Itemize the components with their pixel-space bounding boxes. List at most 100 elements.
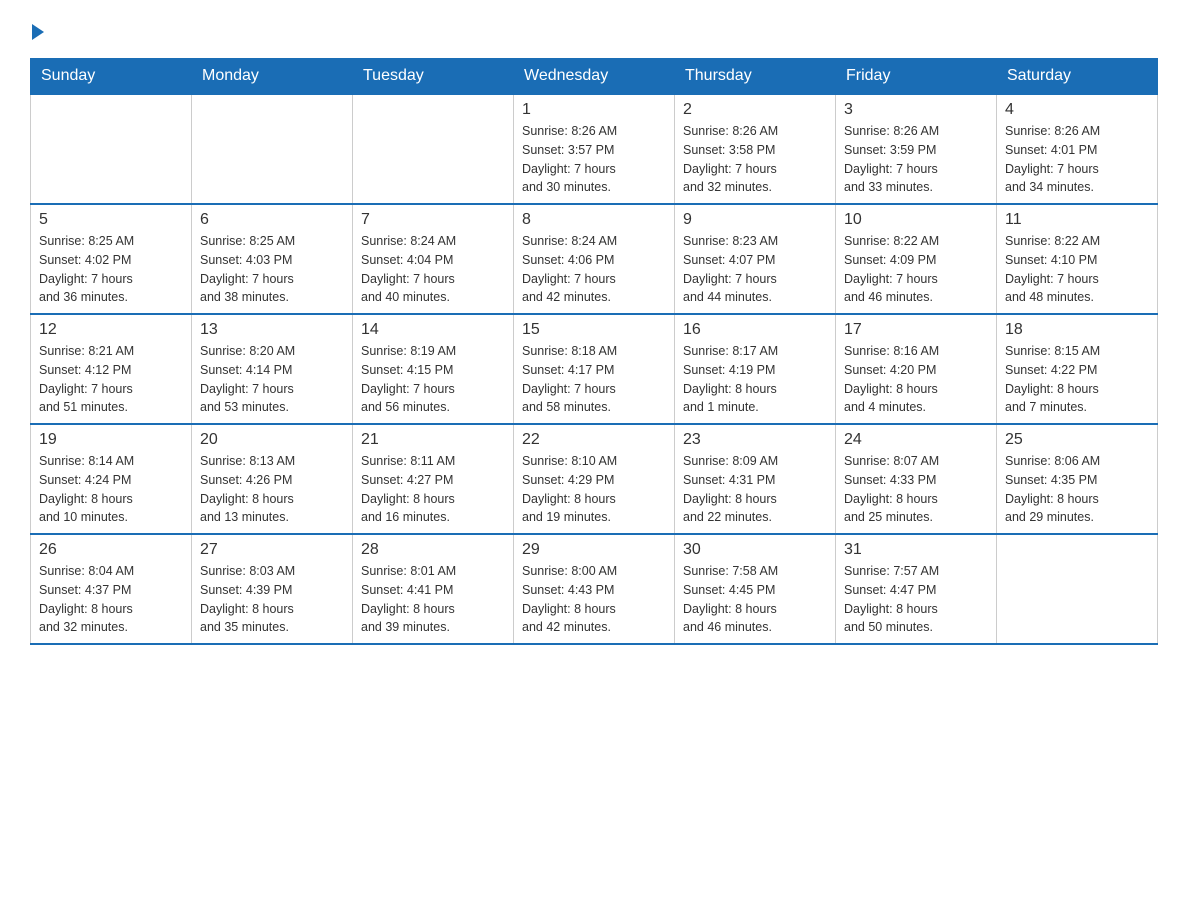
day-info: Sunrise: 8:23 AM Sunset: 4:07 PM Dayligh… [683, 232, 827, 307]
calendar-cell: 17 Sunrise: 8:16 AM Sunset: 4:20 PM Dayli… [836, 314, 997, 424]
day-info: Sunrise: 8:26 AM Sunset: 3:59 PM Dayligh… [844, 122, 988, 197]
week-row-1: 1 Sunrise: 8:26 AM Sunset: 3:57 PM Daylig… [31, 94, 1158, 204]
weekday-header-thursday: Thursday [675, 59, 836, 95]
day-number: 7 [361, 211, 505, 229]
day-number: 24 [844, 431, 988, 449]
day-info: Sunrise: 8:21 AM Sunset: 4:12 PM Dayligh… [39, 342, 183, 417]
calendar-cell: 29 Sunrise: 8:00 AM Sunset: 4:43 PM Dayli… [514, 534, 675, 644]
day-info: Sunrise: 7:57 AM Sunset: 4:47 PM Dayligh… [844, 562, 988, 637]
calendar-cell: 5Sunrise: 8:25 AM Sunset: 4:02 PM Daylig… [31, 204, 192, 314]
logo-triangle-icon [32, 24, 44, 40]
calendar-table: SundayMondayTuesdayWednesdayThursdayFrid… [30, 58, 1158, 645]
calendar-cell: 19Sunrise: 8:14 AM Sunset: 4:24 PM Dayli… [31, 424, 192, 534]
day-number: 18 [1005, 321, 1149, 339]
day-number: 25 [1005, 431, 1149, 449]
day-info: Sunrise: 8:04 AM Sunset: 4:37 PM Dayligh… [39, 562, 183, 637]
weekday-header-friday: Friday [836, 59, 997, 95]
weekday-header-saturday: Saturday [997, 59, 1158, 95]
day-number: 13 [200, 321, 344, 339]
calendar-cell: 18 Sunrise: 8:15 AM Sunset: 4:22 PM Dayli… [997, 314, 1158, 424]
day-number: 4 [1005, 101, 1149, 119]
day-number: 15 [522, 321, 666, 339]
day-number: 29 [522, 541, 666, 559]
weekday-header-monday: Monday [192, 59, 353, 95]
day-info: Sunrise: 8:06 AM Sunset: 4:35 PM Dayligh… [1005, 452, 1149, 527]
calendar-cell: 24 Sunrise: 8:07 AM Sunset: 4:33 PM Dayli… [836, 424, 997, 534]
day-number: 1 [522, 101, 666, 119]
calendar-cell: 10 Sunrise: 8:22 AM Sunset: 4:09 PM Dayli… [836, 204, 997, 314]
calendar-cell: 13 Sunrise: 8:20 AM Sunset: 4:14 PM Dayli… [192, 314, 353, 424]
calendar-cell: 3 Sunrise: 8:26 AM Sunset: 3:59 PM Daylig… [836, 94, 997, 204]
day-number: 12 [39, 321, 183, 339]
week-row-3: 12 Sunrise: 8:21 AM Sunset: 4:12 PM Dayli… [31, 314, 1158, 424]
calendar-cell: 21 Sunrise: 8:11 AM Sunset: 4:27 PM Dayli… [353, 424, 514, 534]
day-info: Sunrise: 8:07 AM Sunset: 4:33 PM Dayligh… [844, 452, 988, 527]
day-number: 10 [844, 211, 988, 229]
day-number: 28 [361, 541, 505, 559]
day-info: Sunrise: 8:25 AM Sunset: 4:03 PM Dayligh… [200, 232, 344, 307]
day-info: Sunrise: 8:01 AM Sunset: 4:41 PM Dayligh… [361, 562, 505, 637]
day-info: Sunrise: 8:24 AM Sunset: 4:04 PM Dayligh… [361, 232, 505, 307]
weekday-header-wednesday: Wednesday [514, 59, 675, 95]
day-number: 22 [522, 431, 666, 449]
day-number: 8 [522, 211, 666, 229]
day-number: 27 [200, 541, 344, 559]
day-info: Sunrise: 8:26 AM Sunset: 3:57 PM Dayligh… [522, 122, 666, 197]
calendar-cell [192, 94, 353, 204]
day-number: 30 [683, 541, 827, 559]
calendar-cell: 1 Sunrise: 8:26 AM Sunset: 3:57 PM Daylig… [514, 94, 675, 204]
logo [30, 20, 44, 40]
calendar-cell: 4 Sunrise: 8:26 AM Sunset: 4:01 PM Daylig… [997, 94, 1158, 204]
day-number: 6 [200, 211, 344, 229]
day-number: 16 [683, 321, 827, 339]
calendar-cell [997, 534, 1158, 644]
day-info: Sunrise: 8:25 AM Sunset: 4:02 PM Dayligh… [39, 232, 183, 307]
day-info: Sunrise: 8:17 AM Sunset: 4:19 PM Dayligh… [683, 342, 827, 417]
day-number: 19 [39, 431, 183, 449]
day-info: Sunrise: 8:19 AM Sunset: 4:15 PM Dayligh… [361, 342, 505, 417]
day-info: Sunrise: 8:22 AM Sunset: 4:09 PM Dayligh… [844, 232, 988, 307]
day-info: Sunrise: 8:15 AM Sunset: 4:22 PM Dayligh… [1005, 342, 1149, 417]
day-info: Sunrise: 8:16 AM Sunset: 4:20 PM Dayligh… [844, 342, 988, 417]
day-info: Sunrise: 8:09 AM Sunset: 4:31 PM Dayligh… [683, 452, 827, 527]
page-header [30, 20, 1158, 40]
day-info: Sunrise: 8:11 AM Sunset: 4:27 PM Dayligh… [361, 452, 505, 527]
day-number: 3 [844, 101, 988, 119]
day-info: Sunrise: 8:24 AM Sunset: 4:06 PM Dayligh… [522, 232, 666, 307]
day-number: 26 [39, 541, 183, 559]
weekday-header-sunday: Sunday [31, 59, 192, 95]
day-info: Sunrise: 8:26 AM Sunset: 4:01 PM Dayligh… [1005, 122, 1149, 197]
day-number: 21 [361, 431, 505, 449]
calendar-cell: 31 Sunrise: 7:57 AM Sunset: 4:47 PM Dayli… [836, 534, 997, 644]
day-info: Sunrise: 8:26 AM Sunset: 3:58 PM Dayligh… [683, 122, 827, 197]
day-info: Sunrise: 8:20 AM Sunset: 4:14 PM Dayligh… [200, 342, 344, 417]
day-info: Sunrise: 8:10 AM Sunset: 4:29 PM Dayligh… [522, 452, 666, 527]
week-row-5: 26 Sunrise: 8:04 AM Sunset: 4:37 PM Dayli… [31, 534, 1158, 644]
calendar-cell: 16 Sunrise: 8:17 AM Sunset: 4:19 PM Dayli… [675, 314, 836, 424]
calendar-cell: 6 Sunrise: 8:25 AM Sunset: 4:03 PM Daylig… [192, 204, 353, 314]
day-info: Sunrise: 7:58 AM Sunset: 4:45 PM Dayligh… [683, 562, 827, 637]
calendar-cell [353, 94, 514, 204]
day-info: Sunrise: 8:22 AM Sunset: 4:10 PM Dayligh… [1005, 232, 1149, 307]
weekday-header-tuesday: Tuesday [353, 59, 514, 95]
calendar-cell: 27 Sunrise: 8:03 AM Sunset: 4:39 PM Dayli… [192, 534, 353, 644]
calendar-cell: 2Sunrise: 8:26 AM Sunset: 3:58 PM Daylig… [675, 94, 836, 204]
calendar-cell: 9Sunrise: 8:23 AM Sunset: 4:07 PM Daylig… [675, 204, 836, 314]
calendar-cell: 11 Sunrise: 8:22 AM Sunset: 4:10 PM Dayli… [997, 204, 1158, 314]
day-info: Sunrise: 8:03 AM Sunset: 4:39 PM Dayligh… [200, 562, 344, 637]
calendar-cell: 20Sunrise: 8:13 AM Sunset: 4:26 PM Dayli… [192, 424, 353, 534]
day-info: Sunrise: 8:00 AM Sunset: 4:43 PM Dayligh… [522, 562, 666, 637]
day-number: 23 [683, 431, 827, 449]
calendar-cell [31, 94, 192, 204]
day-number: 11 [1005, 211, 1149, 229]
calendar-cell: 30 Sunrise: 7:58 AM Sunset: 4:45 PM Dayli… [675, 534, 836, 644]
calendar-cell: 22 Sunrise: 8:10 AM Sunset: 4:29 PM Dayli… [514, 424, 675, 534]
calendar-cell: 8 Sunrise: 8:24 AM Sunset: 4:06 PM Daylig… [514, 204, 675, 314]
day-number: 20 [200, 431, 344, 449]
day-number: 17 [844, 321, 988, 339]
calendar-cell: 28 Sunrise: 8:01 AM Sunset: 4:41 PM Dayli… [353, 534, 514, 644]
calendar-cell: 7 Sunrise: 8:24 AM Sunset: 4:04 PM Daylig… [353, 204, 514, 314]
day-number: 31 [844, 541, 988, 559]
calendar-cell: 14Sunrise: 8:19 AM Sunset: 4:15 PM Dayli… [353, 314, 514, 424]
week-row-2: 5Sunrise: 8:25 AM Sunset: 4:02 PM Daylig… [31, 204, 1158, 314]
